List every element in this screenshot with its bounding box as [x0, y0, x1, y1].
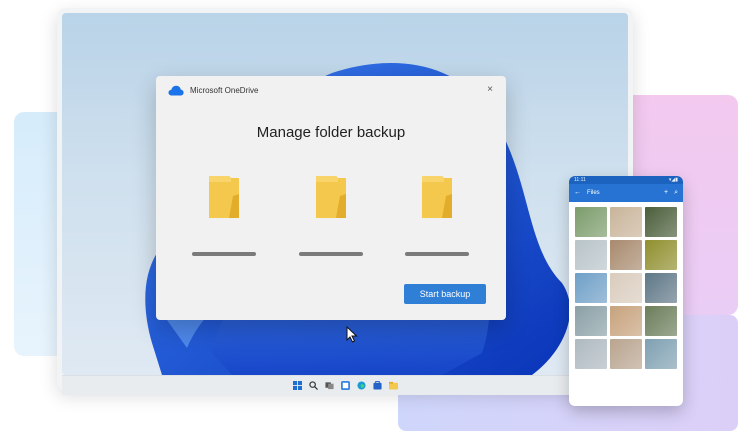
start-backup-button[interactable]: Start backup [404, 284, 486, 304]
photo-grid [569, 202, 683, 369]
photo-thumbnail[interactable] [610, 240, 642, 270]
folder-progress-bar [299, 252, 363, 256]
phone-title: Files [587, 190, 600, 196]
photo-thumbnail[interactable] [575, 273, 607, 303]
folder-option-2[interactable] [296, 174, 366, 264]
photo-thumbnail[interactable] [575, 240, 607, 270]
dialog-header: Microsoft OneDrive [168, 85, 258, 96]
phone-app-bar: ← Files + ⌕ [569, 184, 683, 202]
taskbar [62, 375, 628, 395]
photo-thumbnail[interactable] [645, 207, 677, 237]
folder-progress-bar [405, 252, 469, 256]
phone-status-bar: 11:11 ▾◢▮ [569, 176, 683, 184]
folder-icon [402, 174, 472, 220]
folder-option-3[interactable] [402, 174, 472, 264]
back-arrow-icon[interactable]: ← [574, 189, 581, 197]
phone-time: 11:11 [574, 177, 586, 183]
folder-icon [189, 174, 259, 220]
folder-icon [296, 174, 366, 220]
photo-thumbnail[interactable] [610, 306, 642, 336]
phone-status-icons: ▾◢▮ [668, 177, 678, 183]
phone-onedrive-app: 11:11 ▾◢▮ ← Files + ⌕ [569, 176, 683, 406]
photo-thumbnail[interactable] [575, 339, 607, 369]
onedrive-backup-dialog: Microsoft OneDrive × Manage folder backu… [156, 76, 506, 320]
explorer-icon[interactable] [388, 381, 398, 390]
photo-thumbnail[interactable] [610, 207, 642, 237]
dialog-heading: Manage folder backup [256, 124, 406, 141]
windows-icon[interactable] [292, 381, 302, 390]
photo-thumbnail[interactable] [645, 273, 677, 303]
store-icon[interactable] [372, 381, 382, 390]
folder-progress-bar [192, 252, 256, 256]
photo-thumbnail[interactable] [645, 240, 677, 270]
photo-thumbnail[interactable] [575, 306, 607, 336]
task-view-icon[interactable] [324, 381, 334, 390]
close-button[interactable]: × [484, 84, 496, 96]
dialog-app-title: Microsoft OneDrive [190, 86, 259, 95]
photo-thumbnail[interactable] [575, 207, 607, 237]
photo-thumbnail[interactable] [610, 339, 642, 369]
search-icon[interactable] [308, 381, 318, 390]
edge-icon[interactable] [356, 381, 366, 390]
photo-thumbnail[interactable] [610, 273, 642, 303]
photo-thumbnail[interactable] [645, 306, 677, 336]
folder-option-1[interactable] [189, 174, 259, 264]
photo-thumbnail[interactable] [645, 339, 677, 369]
add-icon[interactable]: + [664, 189, 668, 197]
onedrive-cloud-icon [168, 85, 184, 96]
widgets-icon[interactable] [340, 381, 350, 390]
mouse-pointer-icon [346, 326, 358, 343]
search-icon[interactable]: ⌕ [674, 189, 678, 197]
